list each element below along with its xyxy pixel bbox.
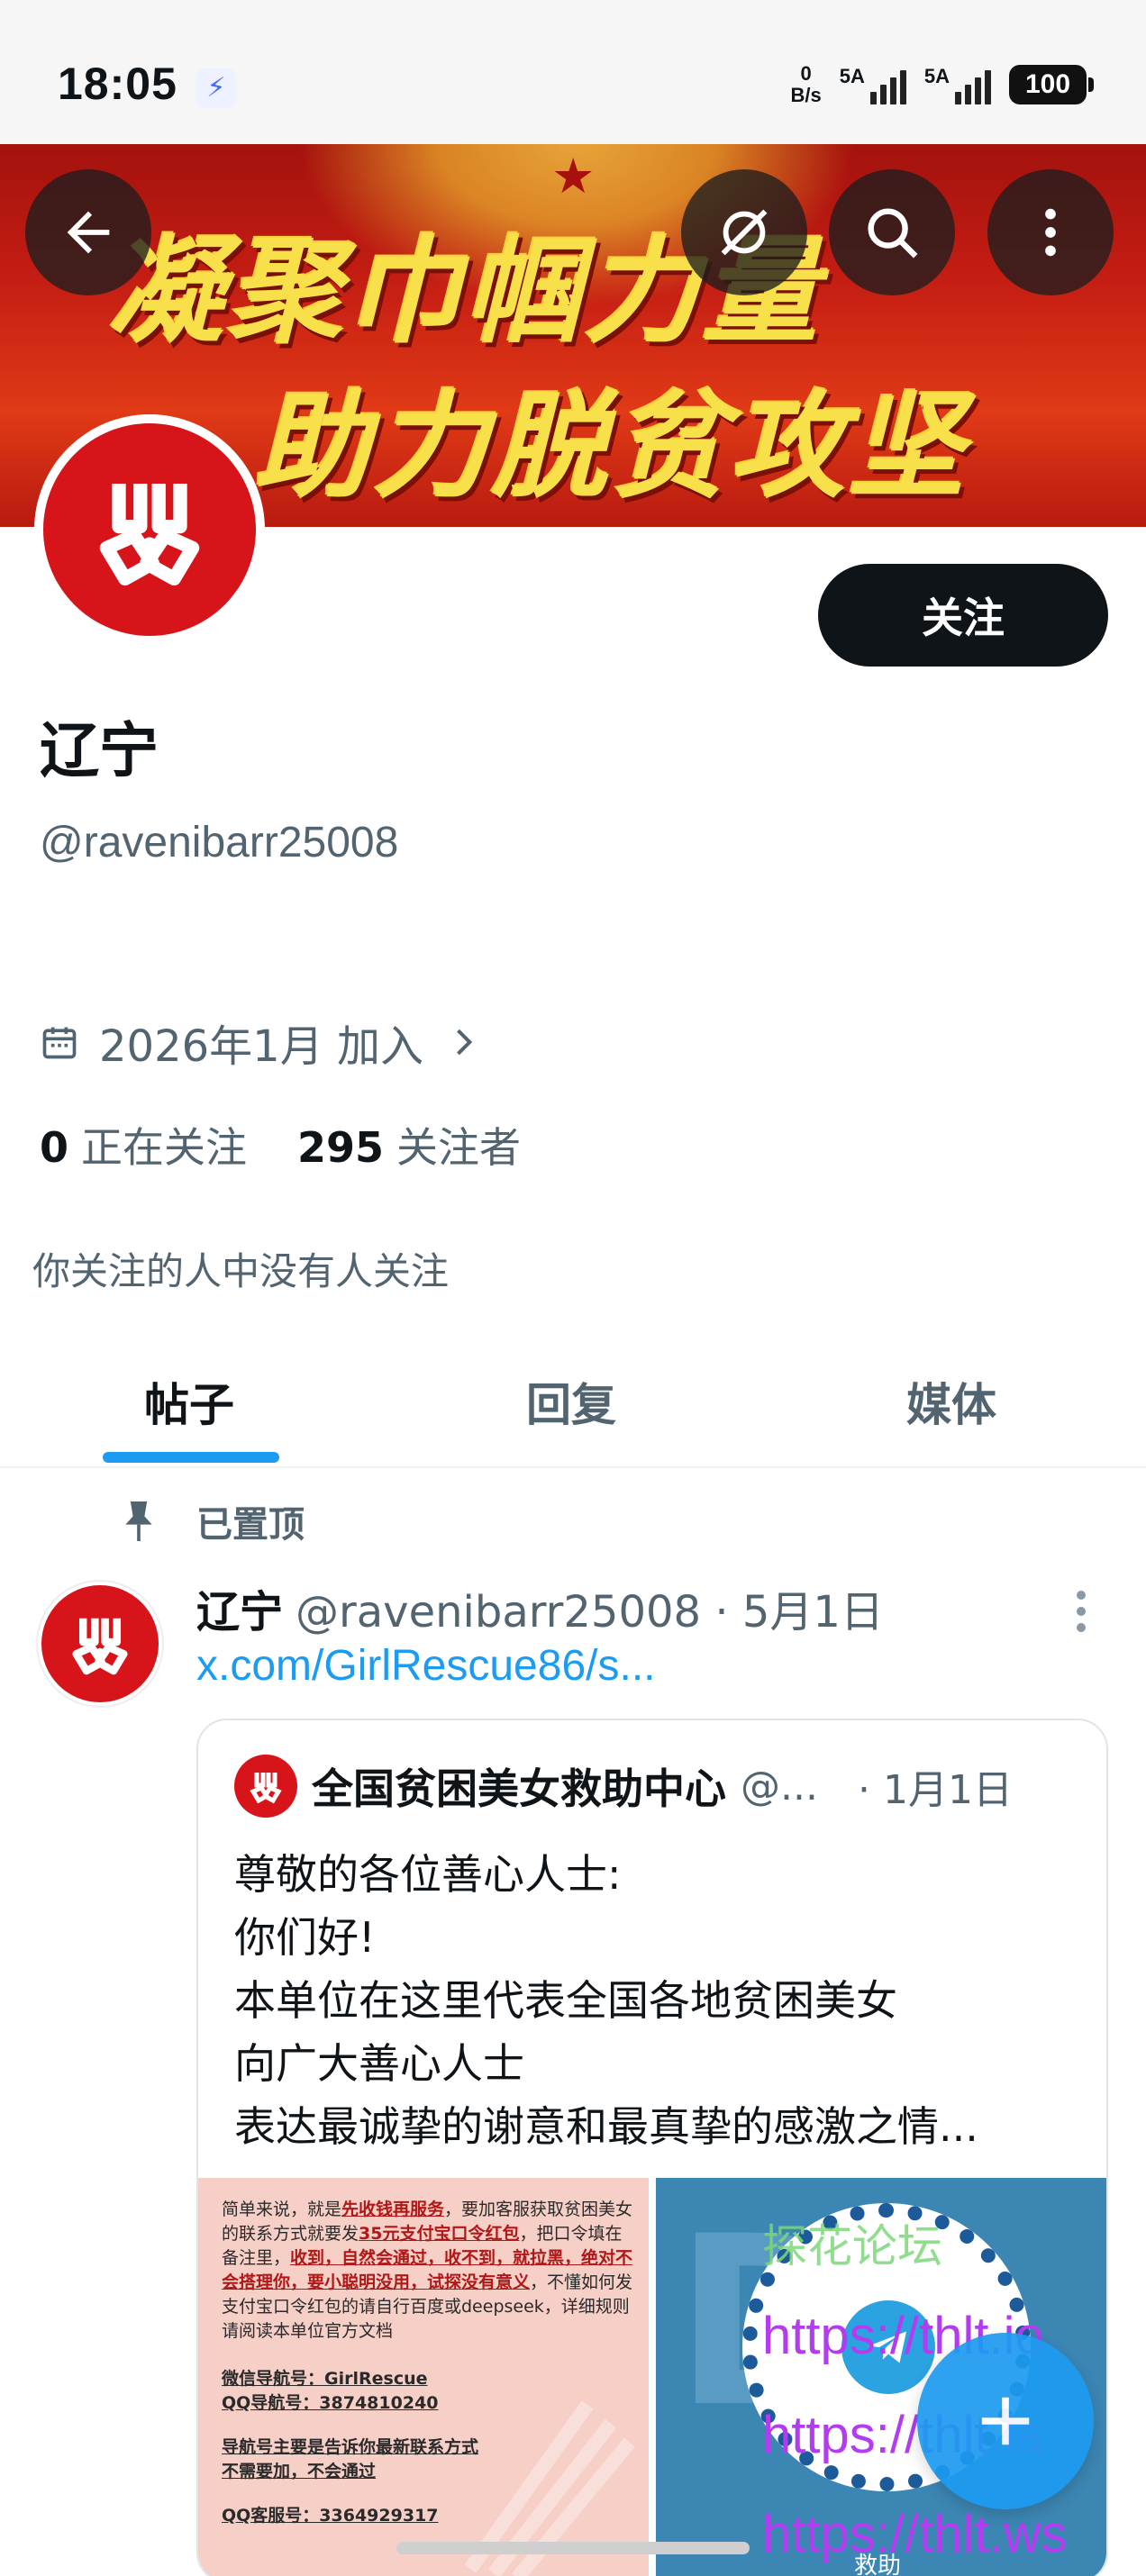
womens-federation-logo-icon xyxy=(43,423,256,636)
rules-text-part: 先收钱再服务 xyxy=(341,2200,445,2219)
watermark-text: 探花论坛 xyxy=(762,2220,942,2272)
active-tab-indicator xyxy=(103,1452,279,1463)
post-author-avatar[interactable] xyxy=(36,1580,164,1708)
nav-note-1: 导航号主要是告诉你最新联系方式 xyxy=(222,2437,479,2457)
wechat-nav-id: 微信导航号：GirlRescue xyxy=(222,2369,428,2389)
followers-count: 295 xyxy=(297,1123,385,1172)
qq-service-id: QQ客服号：3364929317 xyxy=(222,2506,439,2526)
following-label: 正在关注 xyxy=(81,1123,248,1172)
pinned-label-row: 已置顶 xyxy=(119,1495,305,1547)
compose-button[interactable] xyxy=(917,2333,1094,2509)
search-icon xyxy=(868,208,918,259)
quoted-line: 尊敬的各位善心人士: xyxy=(234,1850,622,1899)
quoted-line: 本单位在这里代表全国各地贫困美女 xyxy=(234,1976,897,2025)
grok-button[interactable] xyxy=(681,169,807,295)
profile-handle: @ravenibarr25008 xyxy=(40,819,399,866)
pin-icon xyxy=(125,1501,152,1541)
net-speed-unit: B/s xyxy=(790,84,822,106)
star-emblem-icon: ★ xyxy=(551,150,596,204)
post-header: 辽宁 @ravenibarr25008 · 5月1日 xyxy=(196,1576,884,1639)
signal-2-icon: 5A xyxy=(924,65,991,104)
more-button[interactable] xyxy=(987,169,1114,295)
home-indicator[interactable] xyxy=(396,2542,750,2554)
sim1-label: 5A xyxy=(839,65,865,87)
signal-1-icon: 5A xyxy=(840,65,906,104)
tab-media[interactable]: 媒体 xyxy=(906,1369,996,1434)
plus-icon xyxy=(981,2397,1030,2445)
rules-text-part: 简单来说，就是 xyxy=(222,2200,342,2219)
post-more-button[interactable] xyxy=(1063,1580,1099,1643)
following-link[interactable]: 0 正在关注 xyxy=(40,1115,247,1175)
quoted-image-rules[interactable]: 简单来说，就是先收钱再服务，要加客服获取贫困美女的联系方式就要发35元支付宝口令… xyxy=(198,2178,649,2576)
more-vertical-icon xyxy=(1045,208,1056,257)
quoted-author-avatar[interactable] xyxy=(234,1755,297,1818)
calendar-icon xyxy=(42,1027,77,1059)
status-time: 18:05 xyxy=(58,59,177,109)
joined-date: 2026年1月 加入 xyxy=(99,1021,423,1072)
battery-icon: 100 xyxy=(1009,65,1094,104)
pinned-label: 已置顶 xyxy=(196,1504,305,1546)
back-arrow-icon xyxy=(67,211,110,254)
follow-button[interactable]: 关注 xyxy=(818,564,1108,667)
rules-text: 简单来说，就是先收钱再服务，要加客服获取贫困美女的联系方式就要发35元支付宝口令… xyxy=(222,2198,636,2528)
followers-label: 关注者 xyxy=(396,1123,522,1172)
profile-avatar[interactable] xyxy=(34,414,265,645)
quoted-author-name: 全国贫困美女救助中心 xyxy=(312,1764,726,1813)
nav-note-2: 不需要加，不会通过 xyxy=(222,2462,377,2481)
joined-date-row[interactable]: 2026年1月 加入 xyxy=(40,1011,483,1074)
grok-icon xyxy=(721,209,768,256)
banner-text-line2: 助力脱贫攻坚 xyxy=(254,380,969,514)
sim2-label: 5A xyxy=(923,65,950,87)
watermark-url: https://thlt.ws xyxy=(762,2505,1068,2563)
quoted-post-date: · 1月1日 xyxy=(858,1767,1013,1813)
mutual-followers-note: 你关注的人中没有人关注 xyxy=(32,1249,450,1293)
network-speed: 0 B/s xyxy=(791,63,822,106)
quoted-line: 你们好! xyxy=(234,1913,376,1962)
status-bar: 18:05 ⚡ 0 B/s 5A 5A 100 xyxy=(0,0,1146,144)
follow-stats: 0 正在关注 295 关注者 xyxy=(40,1115,521,1175)
notification-app-icon: ⚡ xyxy=(196,68,236,108)
profile-name: 辽宁 xyxy=(40,716,159,785)
tab-replies[interactable]: 回复 xyxy=(526,1369,616,1434)
search-button[interactable] xyxy=(829,169,955,295)
following-count: 0 xyxy=(40,1123,69,1172)
tab-posts[interactable]: 帖子 xyxy=(144,1369,234,1434)
rules-text-part: 35元支付宝口令红包 xyxy=(359,2224,520,2244)
quoted-post-text: 尊敬的各位善心人士: 你们好! 本单位在这里代表全国各地贫困美女 向广大善心人士… xyxy=(234,1843,978,2158)
post-author-meta: @ravenibarr25008 · 5月1日 xyxy=(296,1587,884,1637)
quoted-author-handle: @... xyxy=(741,1763,818,1810)
quoted-line: 表达最诚挚的谢意和最真挚的感激之情... xyxy=(234,2102,978,2151)
qq-nav-id: QQ导航号：3874810240 xyxy=(222,2393,439,2413)
post-link[interactable]: x.com/GirlRescue86/s... xyxy=(196,1641,655,1691)
post-author-name[interactable]: 辽宁 xyxy=(196,1587,283,1637)
back-button[interactable] xyxy=(25,169,151,295)
womens-federation-logo-icon xyxy=(41,1585,159,1702)
net-speed-value: 0 xyxy=(800,62,812,85)
profile-tabs: 帖子 回复 媒体 xyxy=(0,1324,1146,1468)
quoted-line: 向广大善心人士 xyxy=(234,2039,524,2088)
chevron-right-icon xyxy=(457,1029,473,1056)
status-indicators: 0 B/s 5A 5A 100 xyxy=(791,63,1094,106)
followers-link[interactable]: 295 关注者 xyxy=(297,1115,521,1175)
quoted-post-header: 全国贫困美女救助中心 @... · 1月1日 xyxy=(234,1755,1013,1818)
